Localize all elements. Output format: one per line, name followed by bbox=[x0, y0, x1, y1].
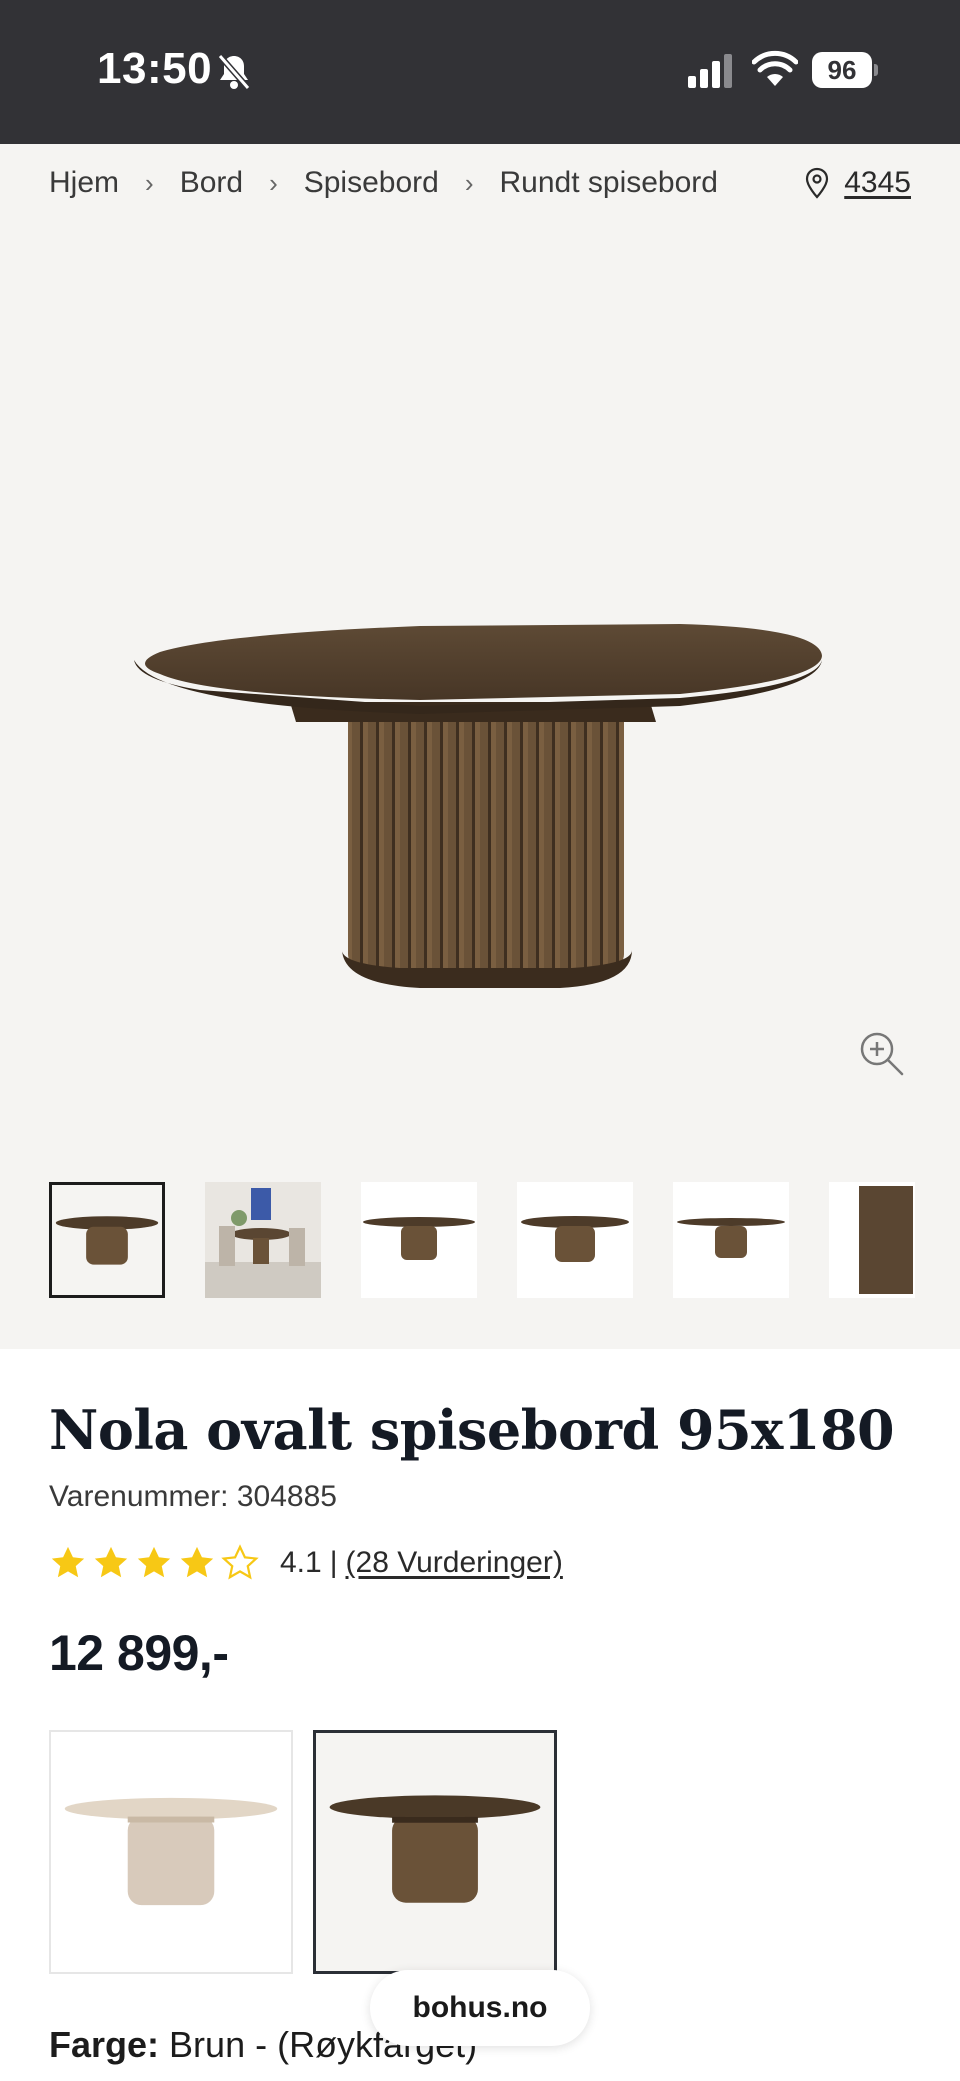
reviews-link[interactable]: (28 Vurderinger) bbox=[346, 1546, 563, 1580]
rating-value: 4.1 bbox=[280, 1546, 322, 1579]
thumbnail-1[interactable] bbox=[49, 1182, 165, 1298]
breadcrumb-separator: › bbox=[269, 167, 278, 198]
thumbnail-wood-detail-image bbox=[829, 1182, 915, 1298]
thumbnail-table-image bbox=[52, 1185, 162, 1295]
thumbnail-2[interactable] bbox=[205, 1182, 321, 1298]
variant-brown-smoked[interactable] bbox=[313, 1730, 557, 1974]
status-time: 13:50 bbox=[97, 44, 213, 93]
thumbnail-3[interactable] bbox=[361, 1182, 477, 1298]
breadcrumb-item-spisebord[interactable]: Spisebord bbox=[304, 166, 439, 200]
battery-tip bbox=[874, 64, 878, 76]
product-gallery: Hjem › Bord › Spisebord › Rundt spisebor… bbox=[0, 144, 960, 1349]
wifi-icon bbox=[752, 50, 798, 86]
sku-label: Varenummer: bbox=[49, 1480, 229, 1513]
zoom-icon[interactable] bbox=[858, 1030, 904, 1076]
thumbnail-4[interactable] bbox=[517, 1182, 633, 1298]
thumbnail-5[interactable] bbox=[673, 1182, 789, 1298]
store-number[interactable]: 4345 bbox=[844, 166, 911, 200]
variant-brown-table-image bbox=[329, 1795, 541, 1903]
star-filled-icon bbox=[94, 1546, 128, 1578]
product-title: Nola ovalt spisebord 95x180 bbox=[49, 1398, 895, 1462]
variant-selector bbox=[49, 1730, 749, 1976]
breadcrumb-item-bord[interactable]: Bord bbox=[180, 166, 243, 200]
variant-light-table-image bbox=[64, 1797, 278, 1906]
breadcrumb-separator: › bbox=[145, 167, 154, 198]
thumbnail-strip bbox=[49, 1182, 915, 1302]
star-filled-icon bbox=[137, 1546, 171, 1578]
location-pin-icon bbox=[806, 167, 829, 199]
breadcrumb-item-rundt-spisebord[interactable]: Rundt spisebord bbox=[500, 166, 718, 200]
browser-domain-pill[interactable]: bohus.no bbox=[370, 1970, 590, 2046]
star-empty-icon bbox=[221, 1544, 259, 1580]
thumbnail-table-front-image bbox=[673, 1182, 789, 1298]
thumbnail-extended-table-image bbox=[361, 1182, 477, 1298]
breadcrumb-item-hjem[interactable]: Hjem bbox=[49, 166, 119, 200]
product-main-image[interactable] bbox=[120, 484, 840, 1044]
battery-level: 96 bbox=[812, 52, 872, 88]
cellular-signal-icon bbox=[688, 54, 732, 88]
sku-value: 304885 bbox=[236, 1480, 337, 1513]
product-rating: 4.1 | (28 Vurderinger) bbox=[49, 1544, 563, 1582]
battery-indicator: 96 bbox=[812, 52, 878, 88]
rating-separator: | bbox=[329, 1546, 338, 1579]
variant-light-oak[interactable] bbox=[49, 1730, 293, 1974]
thumbnail-6[interactable] bbox=[829, 1182, 915, 1298]
thumbnail-table-side-image bbox=[517, 1182, 633, 1298]
bell-muted-icon bbox=[217, 54, 251, 90]
star-filled-icon bbox=[180, 1546, 214, 1578]
thumbnail-room-image bbox=[205, 1182, 321, 1298]
color-label: Farge: bbox=[49, 2024, 160, 2065]
store-selector[interactable]: 4345 bbox=[804, 166, 911, 200]
status-bar: 13:50 96 bbox=[0, 0, 960, 144]
breadcrumb-separator: › bbox=[464, 167, 474, 198]
product-price: 12 899,- bbox=[49, 1625, 229, 1681]
breadcrumb: Hjem › Bord › Spisebord › Rundt spisebor… bbox=[49, 166, 718, 200]
star-filled-icon bbox=[51, 1546, 85, 1578]
product-sku: Varenummer: 304885 bbox=[49, 1480, 337, 1514]
